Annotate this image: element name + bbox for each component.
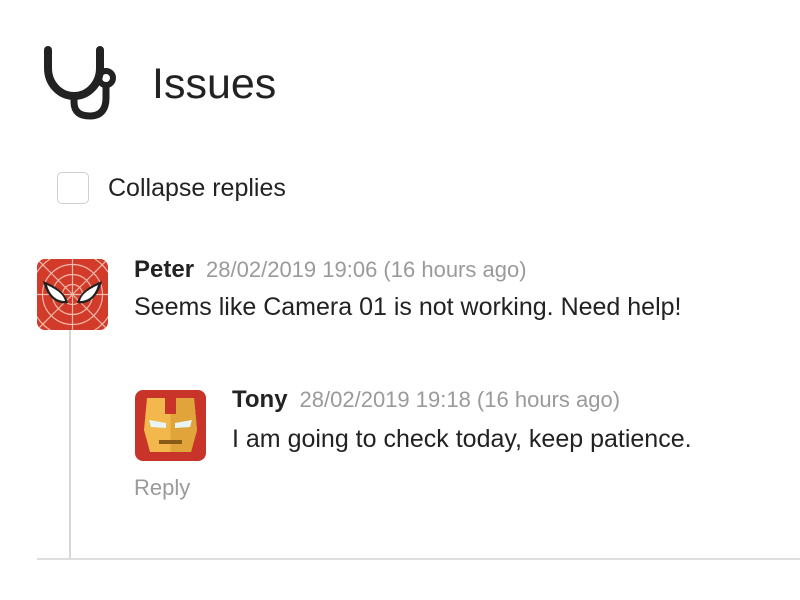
collapse-replies-label: Collapse replies [108,173,286,202]
ironman-avatar-icon [135,390,206,461]
collapse-replies-checkbox[interactable] [57,172,89,204]
comment-timestamp: 28/02/2019 19:06 (16 hours ago) [206,257,527,282]
comment-text: Seems like Camera 01 is not working. Nee… [134,293,682,321]
reply-author[interactable]: Tony [232,386,288,414]
comment-header: Peter 28/02/2019 19:06 (16 hours ago) [134,256,527,284]
reply-button[interactable]: Reply [134,475,190,501]
reply-header: Tony 28/02/2019 19:18 (16 hours ago) [232,386,620,414]
stethoscope-icon [40,44,116,120]
avatar [135,390,206,461]
collapse-replies-toggle[interactable]: Collapse replies [57,172,286,204]
page-title: Issues [152,60,277,108]
reply-timestamp: 28/02/2019 19:18 (16 hours ago) [299,387,621,412]
divider [37,558,800,560]
avatar [37,259,108,330]
comment-author[interactable]: Peter [134,256,194,284]
thread-line [69,330,71,558]
spiderman-avatar-icon [37,259,108,330]
page-header: Issues [40,44,276,120]
reply-text: I am going to check today, keep patience… [232,425,692,453]
